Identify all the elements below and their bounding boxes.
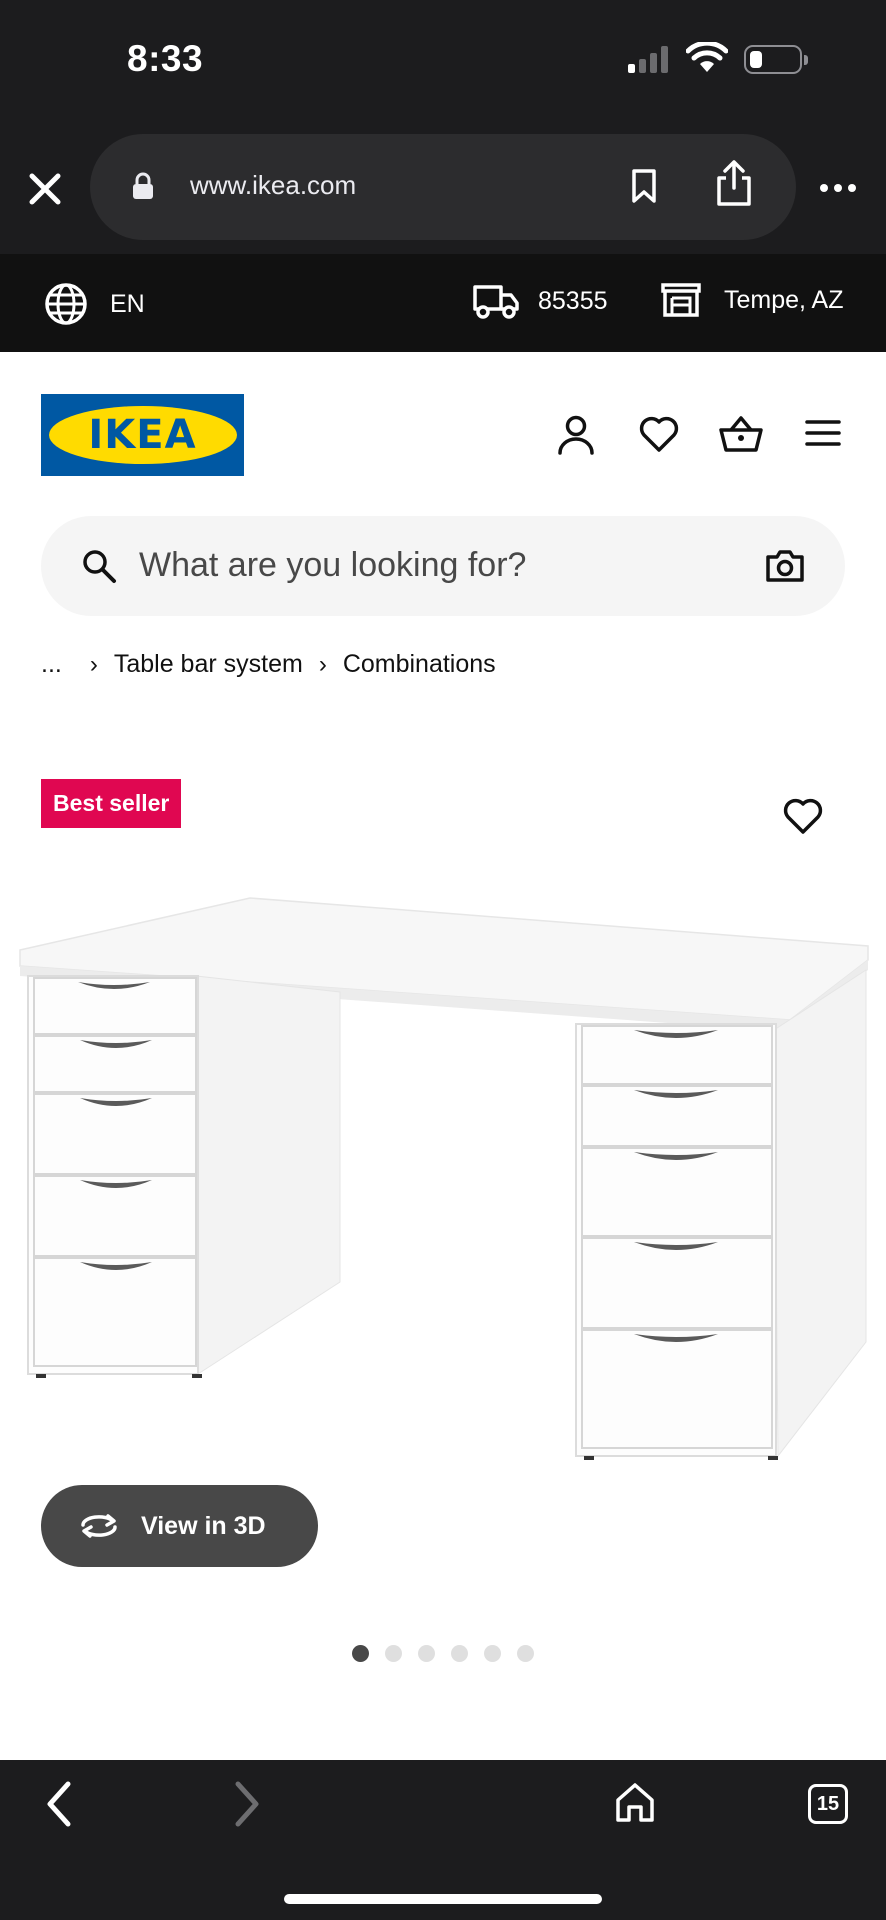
lock-icon: [133, 172, 153, 199]
url-text: www.ikea.com: [190, 170, 357, 200]
breadcrumb-ellipsis[interactable]: ...: [41, 650, 62, 679]
search-placeholder: What are you looking for?: [139, 546, 527, 584]
view-in-3d-button[interactable]: View in 3D: [41, 1485, 318, 1567]
site-header: IKEA: [0, 352, 886, 502]
rotate-3d-icon: [81, 1514, 117, 1538]
delivery-zip[interactable]: 85355: [472, 282, 608, 320]
chevron-right-icon: ›: [318, 650, 327, 678]
cart-icon[interactable]: [718, 414, 764, 454]
battery-icon: [744, 45, 808, 74]
wishlist-icon[interactable]: [638, 414, 680, 454]
close-icon[interactable]: [24, 168, 66, 210]
back-arrow-icon[interactable]: [42, 1778, 76, 1830]
home-indicator: [284, 1894, 602, 1904]
store-selector[interactable]: Tempe, AZ: [660, 282, 844, 318]
tabs-count-icon[interactable]: 15: [808, 1784, 848, 1824]
carousel-dot[interactable]: [352, 1645, 369, 1662]
cellular-signal-icon: [628, 46, 668, 73]
browser-toolbar: www.ikea.com: [0, 124, 886, 254]
home-icon[interactable]: [614, 1780, 656, 1824]
wifi-icon: [686, 42, 728, 72]
logo-text: IKEA: [88, 412, 197, 458]
best-seller-badge: Best seller: [41, 779, 182, 828]
language-selector[interactable]: EN: [44, 282, 145, 326]
chevron-right-icon: ›: [89, 650, 98, 678]
camera-icon[interactable]: [765, 548, 805, 584]
truck-icon: [473, 285, 519, 319]
carousel-dot[interactable]: [451, 1645, 468, 1662]
carousel-dot[interactable]: [418, 1645, 435, 1662]
forward-arrow-icon[interactable]: [230, 1778, 264, 1830]
search-icon: [83, 550, 116, 583]
status-time: 8:33: [127, 38, 204, 79]
globe-icon: [45, 283, 87, 325]
more-options-icon[interactable]: [820, 184, 856, 192]
bookmark-icon[interactable]: [630, 168, 658, 204]
locale-bar: EN 85355 Tempe, AZ: [0, 254, 886, 352]
share-icon[interactable]: [714, 158, 754, 208]
breadcrumb-item-combinations[interactable]: Combinations: [343, 650, 496, 679]
store-icon: [661, 283, 701, 317]
browser-bottom-bar: 15: [0, 1760, 886, 1920]
breadcrumb: ... › Table bar system › Combinations: [41, 650, 496, 679]
breadcrumb-item-table-bar-system[interactable]: Table bar system: [114, 650, 303, 679]
status-bar: 8:33: [0, 0, 886, 124]
search-input[interactable]: What are you looking for?: [41, 516, 845, 616]
favorite-heart-icon[interactable]: [782, 798, 824, 836]
carousel-indicator: [352, 1645, 534, 1662]
store-label: Tempe, AZ: [724, 285, 844, 314]
carousel-dot[interactable]: [484, 1645, 501, 1662]
menu-icon[interactable]: [804, 414, 842, 452]
account-icon[interactable]: [556, 414, 596, 456]
carousel-dot[interactable]: [385, 1645, 402, 1662]
address-bar[interactable]: www.ikea.com: [90, 134, 796, 240]
zip-label: 85355: [538, 286, 608, 315]
carousel-dot[interactable]: [517, 1645, 534, 1662]
view-in-3d-label: View in 3D: [141, 1511, 266, 1540]
language-label: EN: [110, 289, 145, 318]
ikea-logo[interactable]: IKEA: [41, 394, 244, 476]
product-image[interactable]: [0, 860, 886, 1500]
